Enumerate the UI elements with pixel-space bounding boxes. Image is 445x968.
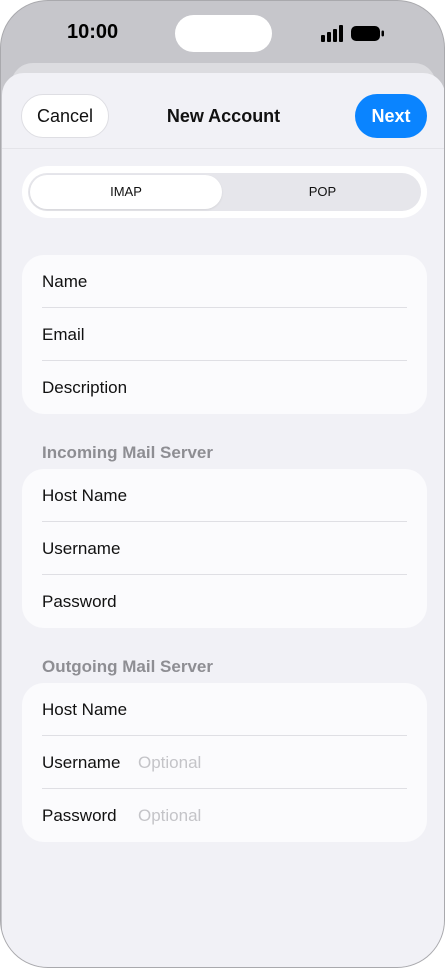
- incoming-username-label: Username: [42, 539, 121, 558]
- email-field[interactable]: Email: [22, 308, 427, 361]
- new-account-sheet: Cancel New Account Next IMAP POP Name Em…: [2, 73, 444, 967]
- outgoing-password-field[interactable]: Password Optional: [22, 789, 427, 842]
- description-label: Description: [42, 378, 128, 397]
- outgoing-password-label: Password: [42, 806, 117, 825]
- outgoing-server-group: Host Name Username Optional Password Opt…: [22, 683, 427, 842]
- outgoing-section-header: Outgoing Mail Server: [42, 657, 213, 676]
- incoming-server-group: Host Name Username Password: [22, 469, 427, 628]
- incoming-username-field[interactable]: Username: [22, 522, 427, 575]
- status-time: 10:00: [67, 21, 119, 43]
- battery-icon: [351, 26, 384, 41]
- incoming-password-field[interactable]: Password: [22, 575, 427, 628]
- outgoing-password-placeholder: Optional: [138, 806, 202, 825]
- description-field[interactable]: Description: [22, 361, 427, 414]
- incoming-host-name-field[interactable]: Host Name: [22, 469, 427, 522]
- name-label: Name: [42, 272, 88, 291]
- nav-divider: [2, 148, 444, 149]
- outgoing-host-name-field[interactable]: Host Name: [22, 683, 427, 736]
- status-bar: 10:00: [1, 1, 444, 65]
- next-button[interactable]: Next: [355, 94, 427, 138]
- account-info-group: Name Email Description: [22, 255, 427, 414]
- segment-pop[interactable]: POP: [226, 175, 419, 209]
- account-type-control: IMAP POP: [22, 166, 427, 218]
- segment-imap[interactable]: IMAP: [30, 175, 222, 209]
- email-label: Email: [42, 325, 85, 344]
- incoming-host-name-label: Host Name: [42, 486, 128, 505]
- cellular-signal-icon: [321, 25, 343, 42]
- segmented-track: IMAP POP: [28, 173, 421, 211]
- incoming-password-label: Password: [42, 592, 117, 611]
- name-field[interactable]: Name: [22, 255, 427, 308]
- outgoing-username-field[interactable]: Username Optional: [22, 736, 427, 789]
- incoming-section-header: Incoming Mail Server: [42, 443, 213, 462]
- phone-frame: 10:00 Cancel New Account Next IMAP POP N…: [0, 0, 445, 968]
- outgoing-host-name-label: Host Name: [42, 700, 128, 719]
- dynamic-island: [175, 15, 272, 52]
- outgoing-username-placeholder: Optional: [138, 753, 202, 772]
- outgoing-username-label: Username: [42, 753, 121, 772]
